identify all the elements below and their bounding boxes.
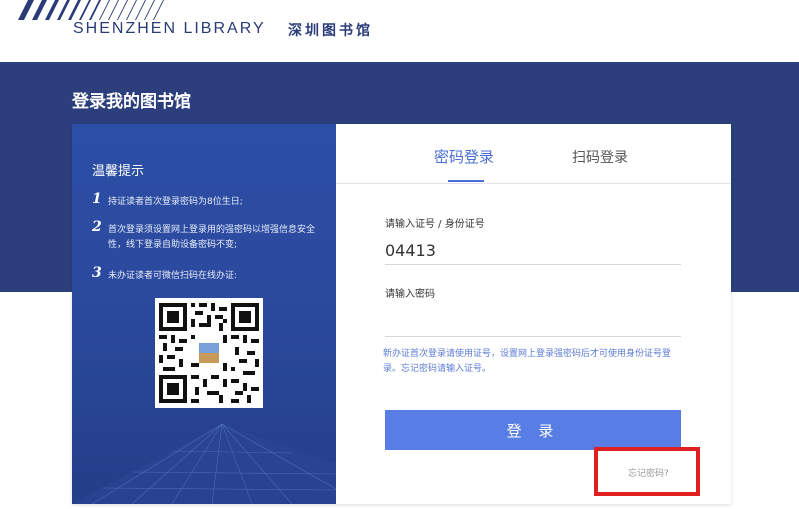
tip-number: 2 [92,219,102,235]
password-input[interactable] [385,309,681,337]
tip-item: 2 首次登录须设置网上登录用的强密码以增强信息安全性，线下登录自助设备密码不变; [92,219,322,253]
wechat-qr-code [155,298,263,408]
tip-item: 3 未办证读者可微信扫码在线办证: [92,265,322,284]
tip-text: 持证读者首次登录密码为8位生日; [108,197,243,207]
library-logo-icon [18,0,186,20]
library-building-image [72,404,336,504]
page-title: 登录我的图书馆 [72,92,191,112]
tips-title: 温馨提示 [92,164,145,179]
tab-scan-login[interactable]: 扫码登录 [572,147,628,167]
tip-text: 未办证读者可微信扫码在线办证: [108,271,238,281]
login-button[interactable]: 登 录 [385,410,681,450]
active-tab-indicator [448,180,484,182]
login-notice: 新办证首次登录请使用证号，设置网上登录强密码后才可使用身份证号登录。忘记密码请输… [383,349,672,374]
tab-password-login[interactable]: 密码登录 [434,146,494,167]
logo-text-en: SHENZHEN LIBRARY [73,20,266,37]
tip-number: 1 [92,191,102,207]
id-field-label: 请输入证号 / 身份证号 [385,219,485,230]
highlight-box [594,447,700,496]
tip-text: 首次登录须设置网上登录用的强密码以增强信息安全性，线下登录自助设备密码不变; [108,225,316,250]
tips-panel: 温馨提示 1 持证读者首次登录密码为8位生日; 2 首次登录须设置网上登录用的强… [72,124,336,504]
tab-divider [336,183,731,184]
tip-item: 1 持证读者首次登录密码为8位生日; [92,191,322,210]
logo-text-cn: 深圳图书馆 [288,23,373,39]
site-header: SHENZHEN LIBRARY 深圳图书馆 [0,0,799,62]
tip-number: 3 [92,265,102,281]
card-number-input[interactable] [385,237,681,265]
password-field-label: 请输入密码 [385,289,435,300]
